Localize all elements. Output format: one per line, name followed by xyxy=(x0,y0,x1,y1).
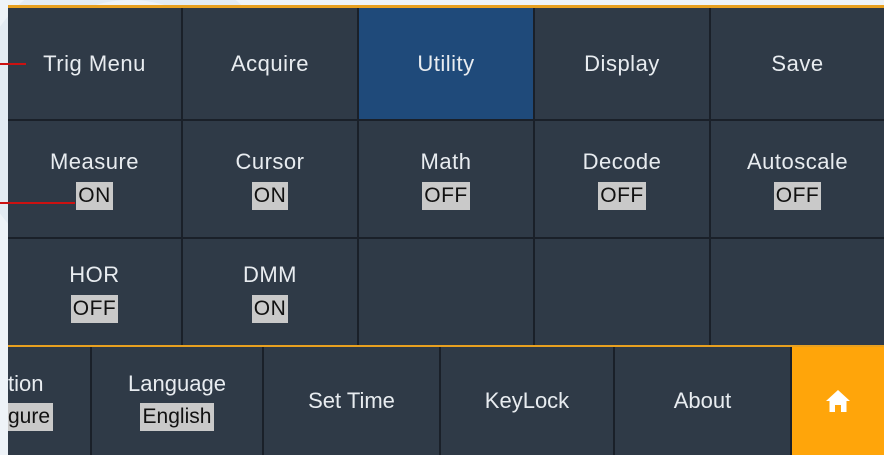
dmm-state: ON xyxy=(251,295,289,323)
language-label: Language xyxy=(128,371,226,396)
dmm-toggle[interactable]: DMM ON xyxy=(183,239,359,345)
keylock-softkey[interactable]: KeyLock xyxy=(441,347,615,455)
acquire-button[interactable]: Acquire xyxy=(183,8,359,121)
utility-label: Utility xyxy=(417,50,475,76)
language-value: English xyxy=(139,403,215,431)
empty-cell xyxy=(711,239,884,345)
callout-line-measure xyxy=(0,202,75,204)
math-toggle[interactable]: Math OFF xyxy=(359,121,535,239)
empty-cell xyxy=(535,239,711,345)
callout-line-trig-menu xyxy=(0,63,26,65)
configuration-softkey[interactable]: tion gure xyxy=(8,347,92,455)
dmm-label: DMM xyxy=(242,262,298,287)
acquire-label: Acquire xyxy=(230,50,310,76)
cursor-label: Cursor xyxy=(235,149,305,174)
configuration-label: tion xyxy=(8,371,44,396)
measure-state: ON xyxy=(76,182,113,210)
trig-menu-button[interactable]: Trig Menu xyxy=(8,8,183,121)
autoscale-state: OFF xyxy=(773,182,822,210)
home-button[interactable] xyxy=(792,347,884,455)
autoscale-label: Autoscale xyxy=(746,149,849,174)
math-state: OFF xyxy=(422,182,470,210)
hor-label: HOR xyxy=(69,262,120,287)
display-label: Display xyxy=(584,50,660,76)
decode-state: OFF xyxy=(598,182,646,210)
set-time-softkey[interactable]: Set Time xyxy=(264,347,441,455)
home-icon xyxy=(826,390,850,412)
cursor-state: ON xyxy=(251,182,289,210)
empty-cell xyxy=(359,239,535,345)
measure-label: Measure xyxy=(49,149,140,174)
save-button[interactable]: Save xyxy=(711,8,884,121)
autoscale-toggle[interactable]: Autoscale OFF xyxy=(711,121,884,239)
math-label: Math xyxy=(420,149,472,174)
save-label: Save xyxy=(771,50,824,76)
bottom-softkey-bar: tion gure Language English Set Time KeyL… xyxy=(8,347,884,455)
hor-state: OFF xyxy=(70,295,119,323)
trig-menu-label: Trig Menu xyxy=(43,50,146,76)
cursor-toggle[interactable]: Cursor ON xyxy=(183,121,359,239)
configuration-value: gure xyxy=(8,403,54,431)
function-menu-grid: Trig Menu Acquire Utility Display Save M… xyxy=(8,8,884,345)
set-time-label: Set Time xyxy=(308,388,395,413)
keylock-label: KeyLock xyxy=(484,388,570,413)
decode-label: Decode xyxy=(582,149,662,174)
measure-toggle[interactable]: Measure ON xyxy=(8,121,183,239)
language-softkey[interactable]: Language English xyxy=(92,347,264,455)
about-label: About xyxy=(673,388,732,413)
utility-button[interactable]: Utility xyxy=(359,8,535,121)
about-softkey[interactable]: About xyxy=(615,347,792,455)
decode-toggle[interactable]: Decode OFF xyxy=(535,121,711,239)
display-button[interactable]: Display xyxy=(535,8,711,121)
hor-toggle[interactable]: HOR OFF xyxy=(8,239,183,345)
